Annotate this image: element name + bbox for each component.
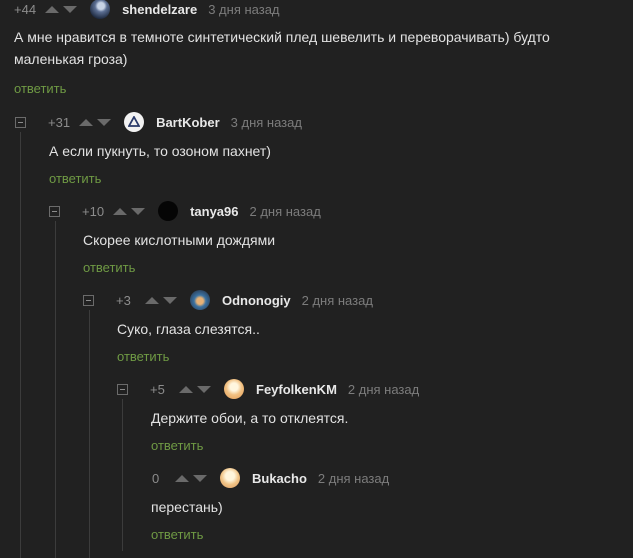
- comment-rating: +44: [14, 1, 37, 17]
- comment-text-line: перестань): [151, 499, 223, 515]
- comment-time[interactable]: 3 дня назад: [231, 115, 302, 130]
- reply-link[interactable]: ответить: [83, 260, 135, 275]
- reply-link[interactable]: ответить: [14, 81, 66, 96]
- avatar[interactable]: [190, 290, 210, 310]
- comment-text-line: Скорее кислотными дождями: [83, 232, 276, 248]
- collapse-toggle-icon[interactable]: [15, 116, 26, 128]
- thread-line[interactable]: [55, 221, 56, 558]
- avatar[interactable]: [220, 468, 240, 488]
- vote-down-icon[interactable]: [193, 474, 207, 482]
- thread-line[interactable]: [89, 310, 90, 558]
- triangle-logo-icon: [128, 116, 141, 127]
- comment-text-line: Суко, глаза слезятся..: [117, 321, 260, 337]
- avatar[interactable]: [90, 0, 111, 19]
- collapse-toggle-icon[interactable]: [83, 294, 94, 306]
- comment-time[interactable]: 2 дня назад: [318, 471, 389, 486]
- comment-time[interactable]: 3 дня назад: [208, 2, 279, 17]
- vote-up-icon[interactable]: [113, 207, 128, 215]
- comment-rating: +10: [82, 203, 105, 219]
- vote-down-icon[interactable]: [131, 207, 146, 215]
- vote-up-icon[interactable]: [79, 118, 94, 126]
- comment-time[interactable]: 2 дня назад: [249, 204, 320, 219]
- reply-link[interactable]: ответить: [151, 527, 203, 542]
- avatar[interactable]: [124, 112, 145, 132]
- comment-username[interactable]: tanya96: [190, 204, 238, 219]
- comment-text: Держите обои, а то отклеятся.: [151, 407, 348, 429]
- comment-time[interactable]: 2 дня назад: [302, 293, 373, 308]
- comment-text-line: маленькая гроза): [14, 51, 128, 67]
- vote-down-icon[interactable]: [63, 5, 78, 13]
- comment-text: перестань): [151, 496, 223, 518]
- thread-line[interactable]: [20, 132, 21, 558]
- comment-username[interactable]: Odnonogiy: [222, 293, 291, 308]
- vote-down-icon[interactable]: [97, 118, 112, 126]
- comment-time[interactable]: 2 дня назад: [348, 382, 419, 397]
- thread-line[interactable]: [122, 399, 123, 551]
- comment-text: Суко, глаза слезятся..: [117, 318, 260, 340]
- reply-link[interactable]: ответить: [151, 438, 203, 453]
- vote-up-icon[interactable]: [145, 296, 159, 304]
- collapse-toggle-icon[interactable]: [117, 383, 128, 395]
- vote-down-icon[interactable]: [197, 385, 211, 393]
- vote-down-icon[interactable]: [163, 296, 177, 304]
- comment-text-line: А мне нравится в темноте синтетический п…: [14, 29, 550, 45]
- comment-username[interactable]: shendelzare: [122, 2, 197, 17]
- comment-text-line: Держите обои, а то отклеятся.: [151, 410, 349, 426]
- avatar[interactable]: [158, 201, 179, 221]
- comment-text: А мне нравится в темноте синтетический п…: [14, 26, 550, 70]
- vote-up-icon[interactable]: [179, 385, 193, 393]
- reply-link[interactable]: ответить: [49, 171, 101, 186]
- comment-username[interactable]: FeyfolkenKM: [256, 382, 337, 397]
- comment-username[interactable]: BartKober: [156, 115, 220, 130]
- reply-link[interactable]: ответить: [117, 349, 169, 364]
- comment-rating: 0: [152, 470, 160, 486]
- vote-up-icon[interactable]: [175, 474, 189, 482]
- comment-username[interactable]: Bukacho: [252, 471, 307, 486]
- vote-up-icon[interactable]: [45, 5, 60, 13]
- comment-rating: +5: [150, 381, 165, 397]
- comment-rating: +3: [116, 292, 131, 308]
- comment-text: Скорее кислотными дождями: [83, 229, 275, 251]
- collapse-toggle-icon[interactable]: [49, 205, 60, 217]
- comment-text: А если пукнуть, то озоном пахнет): [49, 140, 271, 162]
- comment-rating: +31: [48, 114, 71, 130]
- comment-text-line: А если пукнуть, то озоном пахнет): [49, 143, 271, 159]
- avatar[interactable]: [224, 379, 244, 399]
